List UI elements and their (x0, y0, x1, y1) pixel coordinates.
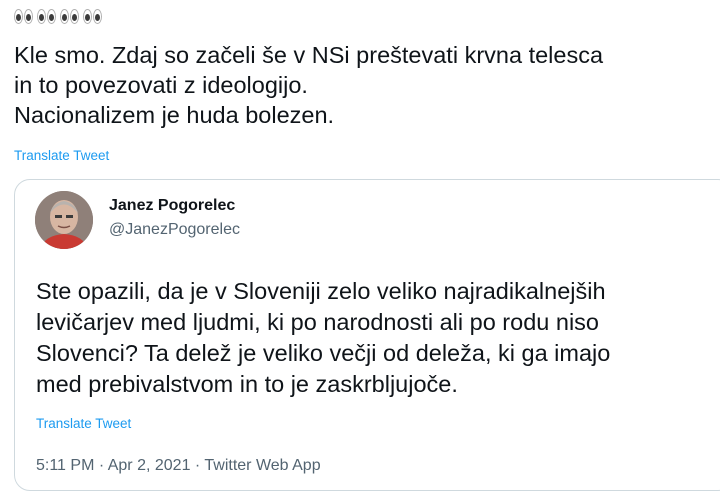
eyes-emoji-icon (83, 6, 103, 28)
emoji-row (14, 6, 103, 32)
eyes-emoji-icon (14, 6, 34, 28)
quoted-tweet-card[interactable]: Janez Pogorelec @JanezPogorelec Ste opaz… (14, 179, 720, 491)
quoted-tweet-text-line: med prebivalstvom in to je zaskrbljujoče… (36, 371, 458, 397)
quoted-tweet-text-line: Slovenci? Ta delež je veliko večji od de… (36, 340, 611, 366)
quoted-tweet-text-line: levičarjev med ljudmi, ki po narodnosti … (36, 309, 599, 335)
eyes-emoji-icon (60, 6, 80, 28)
quoted-tweet-text: Ste opazili, da je v Sloveniji zelo veli… (36, 276, 720, 400)
avatar[interactable] (35, 191, 93, 249)
tweet-text-line: in to povezovati z ideologijo. (14, 72, 308, 98)
tweet-text: Kle smo. Zdaj so začeli še v NSi preštev… (14, 40, 714, 130)
tweet-text-line: Kle smo. Zdaj so začeli še v NSi preštev… (14, 42, 604, 68)
translate-quoted-tweet-link[interactable]: Translate Tweet (36, 416, 131, 431)
avatar-portrait-icon (35, 191, 93, 249)
quoted-tweet-text-line: Ste opazili, da je v Sloveniji zelo veli… (36, 278, 606, 304)
tweet-timestamp[interactable]: 5:11 PM · Apr 2, 2021 · Twitter Web App (36, 457, 321, 475)
author-handle[interactable]: @JanezPogorelec (109, 221, 240, 239)
tweet-text-line: Nacionalizem je huda bolezen. (14, 102, 335, 128)
eyes-emoji-icon (37, 6, 57, 28)
author-name[interactable]: Janez Pogorelec (109, 197, 235, 215)
translate-tweet-link[interactable]: Translate Tweet (14, 148, 109, 163)
